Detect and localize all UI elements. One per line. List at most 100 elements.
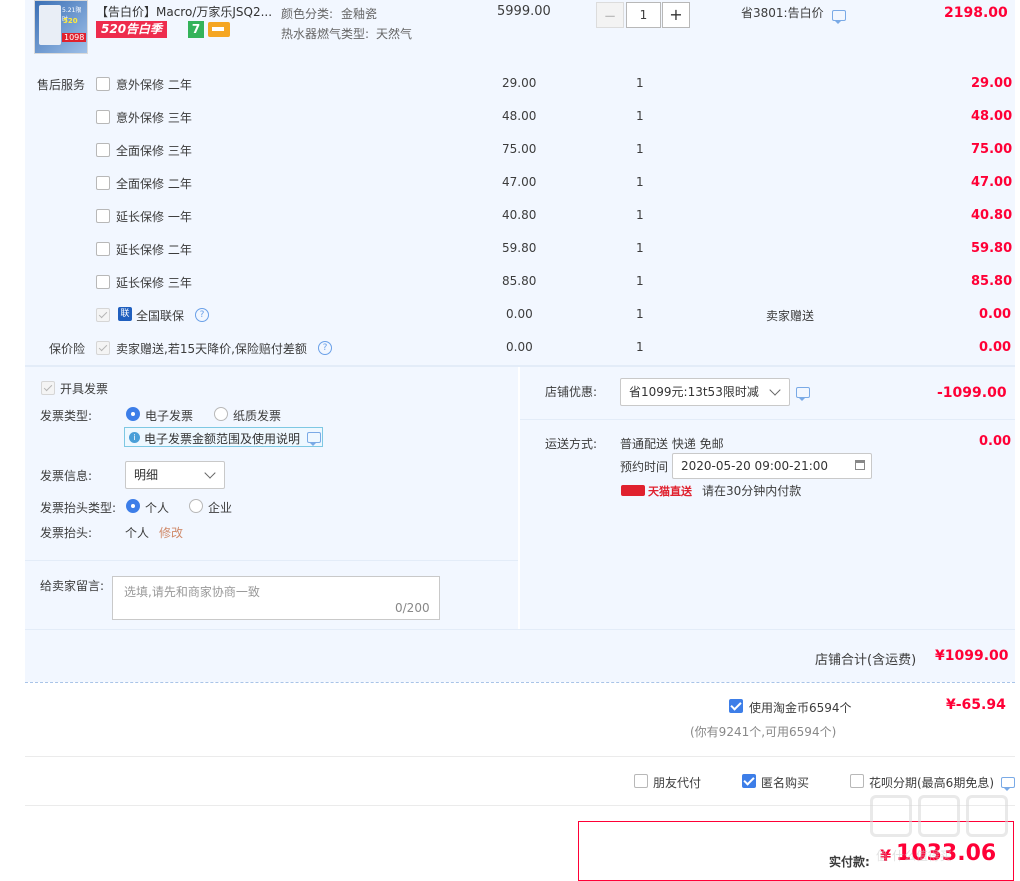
promo-text: 省3801:告白价 bbox=[741, 6, 824, 20]
invoice-paper-radio[interactable] bbox=[214, 407, 228, 421]
service-qty: 1 bbox=[636, 76, 644, 90]
shipping-amount: 0.00 bbox=[979, 434, 1012, 449]
service-total: 48.00 bbox=[971, 109, 1013, 124]
service-checkbox[interactable] bbox=[96, 242, 110, 256]
service-name: 全面保修 二年 bbox=[116, 177, 192, 191]
chevron-down-icon bbox=[204, 467, 216, 479]
payment-label: 实付款: bbox=[829, 855, 870, 869]
header-company-label: 企业 bbox=[208, 501, 233, 515]
qty-input[interactable]: 1 bbox=[626, 2, 661, 28]
invoice-toggle-checkbox[interactable] bbox=[41, 381, 55, 395]
store-total-dashed-line bbox=[25, 682, 1015, 683]
product-thumbnail[interactable]: 5.21限时 520 1098 bbox=[34, 0, 88, 54]
service-checkbox[interactable] bbox=[96, 176, 110, 190]
national-warranty-qty: 1 bbox=[636, 307, 644, 321]
message-textarea[interactable]: 选填,请先和商家协商一致 0/200 bbox=[112, 576, 440, 620]
service-qty: 1 bbox=[636, 241, 644, 255]
coins-label: 使用淘金币6594个 bbox=[749, 701, 852, 715]
tmall-direct-label: 天猫直送 bbox=[648, 485, 692, 498]
watermark-logo: 值 什么值得买 bbox=[870, 795, 1016, 875]
help-icon[interactable]: ? bbox=[318, 341, 332, 355]
promo-badge: 520告白季 bbox=[96, 21, 168, 38]
invoice-electronic-label: 电子发票 bbox=[145, 409, 194, 423]
header-company-radio[interactable] bbox=[189, 499, 203, 513]
anonymous-label: 匿名购买 bbox=[761, 776, 810, 790]
message-label: 给卖家留言: bbox=[40, 579, 105, 593]
service-checkbox[interactable] bbox=[96, 77, 110, 91]
store-discount-label: 店铺优惠: bbox=[545, 385, 598, 399]
service-name: 延长保修 一年 bbox=[116, 210, 192, 224]
invoice-notice[interactable]: i 电子发票金额范围及使用说明 bbox=[124, 427, 323, 447]
credit-card-icon bbox=[208, 22, 230, 37]
gas-label: 热水器燃气类型: bbox=[281, 27, 370, 41]
service-price: 47.00 bbox=[502, 175, 537, 189]
watermark-text: 值 什么值得买 bbox=[876, 849, 952, 863]
invoice-paper-label: 纸质发票 bbox=[233, 409, 282, 423]
anonymous-checkbox[interactable] bbox=[742, 774, 756, 788]
color-value: 金釉瓷 bbox=[341, 7, 378, 21]
national-warranty-note: 卖家赠送 bbox=[766, 309, 815, 323]
invoice-header-label: 发票抬头: bbox=[40, 526, 93, 540]
invoice-info-value: 明细 bbox=[134, 468, 159, 482]
coins-subtext: (你有9241个,可用6594个) bbox=[690, 725, 837, 739]
service-checkbox[interactable] bbox=[96, 143, 110, 157]
national-warranty-name: 全国联保 bbox=[136, 309, 185, 323]
invoice-info-select[interactable]: 明细 bbox=[125, 461, 225, 489]
service-price: 59.80 bbox=[502, 241, 537, 255]
coins-checkbox[interactable] bbox=[729, 699, 743, 713]
chevron-down-icon bbox=[769, 384, 781, 396]
huabei-checkbox[interactable] bbox=[850, 774, 864, 788]
message-icon[interactable] bbox=[832, 10, 846, 24]
qty-minus-button[interactable]: − bbox=[596, 2, 624, 28]
insurance-total: 0.00 bbox=[979, 340, 1012, 355]
service-total: 85.80 bbox=[971, 274, 1013, 289]
service-total: 47.00 bbox=[971, 175, 1013, 190]
store-discount-select[interactable]: 省1099元:13t53限时减 bbox=[620, 378, 790, 406]
friend-pay-checkbox[interactable] bbox=[634, 774, 648, 788]
item-subtotal: 2198.00 bbox=[944, 5, 1008, 21]
invoice-header-edit-link[interactable]: 修改 bbox=[159, 524, 183, 541]
panel-divider bbox=[520, 419, 1015, 420]
service-price: 29.00 bbox=[502, 76, 537, 90]
service-total: 59.80 bbox=[971, 241, 1013, 256]
color-label: 颜色分类: bbox=[281, 7, 334, 21]
service-qty: 1 bbox=[636, 109, 644, 123]
huabei-label: 花呗分期(最高6期免息) bbox=[869, 776, 994, 790]
message-icon[interactable] bbox=[796, 387, 810, 401]
service-name: 延长保修 三年 bbox=[116, 276, 192, 290]
calendar-icon bbox=[855, 460, 865, 470]
seven-day-return-badge: 7 bbox=[188, 21, 204, 38]
service-price: 85.80 bbox=[502, 274, 537, 288]
help-icon[interactable]: ? bbox=[195, 308, 209, 322]
invoice-header-type-label: 发票抬头类型: bbox=[40, 501, 117, 515]
invoice-electronic-radio[interactable] bbox=[126, 407, 140, 421]
insurance-text: 卖家赠送,若15天降价,保险赔付差额 bbox=[116, 342, 307, 356]
service-qty: 1 bbox=[636, 274, 644, 288]
tmall-logo-icon bbox=[621, 485, 645, 496]
service-checkbox[interactable] bbox=[96, 110, 110, 124]
divider bbox=[25, 756, 1015, 757]
insurance-checkbox bbox=[96, 341, 110, 355]
invoice-header-value: 个人 bbox=[125, 526, 150, 540]
unit-price: 5999.00 bbox=[497, 4, 551, 19]
product-title[interactable]: 【告白价】Macro/万家乐JSQ2... bbox=[96, 3, 272, 20]
header-personal-radio[interactable] bbox=[126, 499, 140, 513]
service-qty: 1 bbox=[636, 142, 644, 156]
shipping-label: 运送方式: bbox=[545, 437, 598, 451]
service-total: 75.00 bbox=[971, 142, 1013, 157]
invoice-toggle-label: 开具发票 bbox=[60, 382, 109, 396]
store-discount-amount: -1099.00 bbox=[937, 385, 1007, 401]
service-name: 意外保修 三年 bbox=[116, 111, 192, 125]
invoice-notice-text: 电子发票金额范围及使用说明 bbox=[144, 432, 301, 446]
panel-divider bbox=[25, 560, 518, 561]
message-icon[interactable] bbox=[1001, 777, 1015, 791]
service-qty: 1 bbox=[636, 208, 644, 222]
insurance-label: 保价险 bbox=[49, 342, 86, 356]
qty-plus-button[interactable]: + bbox=[662, 2, 690, 28]
friend-pay-label: 朋友代付 bbox=[653, 776, 702, 790]
delivery-time-value: 2020-05-20 09:00-21:00 bbox=[681, 459, 829, 473]
delivery-time-input[interactable]: 2020-05-20 09:00-21:00 bbox=[672, 453, 872, 479]
invoice-info-label: 发票信息: bbox=[40, 469, 93, 483]
service-checkbox[interactable] bbox=[96, 209, 110, 223]
service-checkbox[interactable] bbox=[96, 275, 110, 289]
